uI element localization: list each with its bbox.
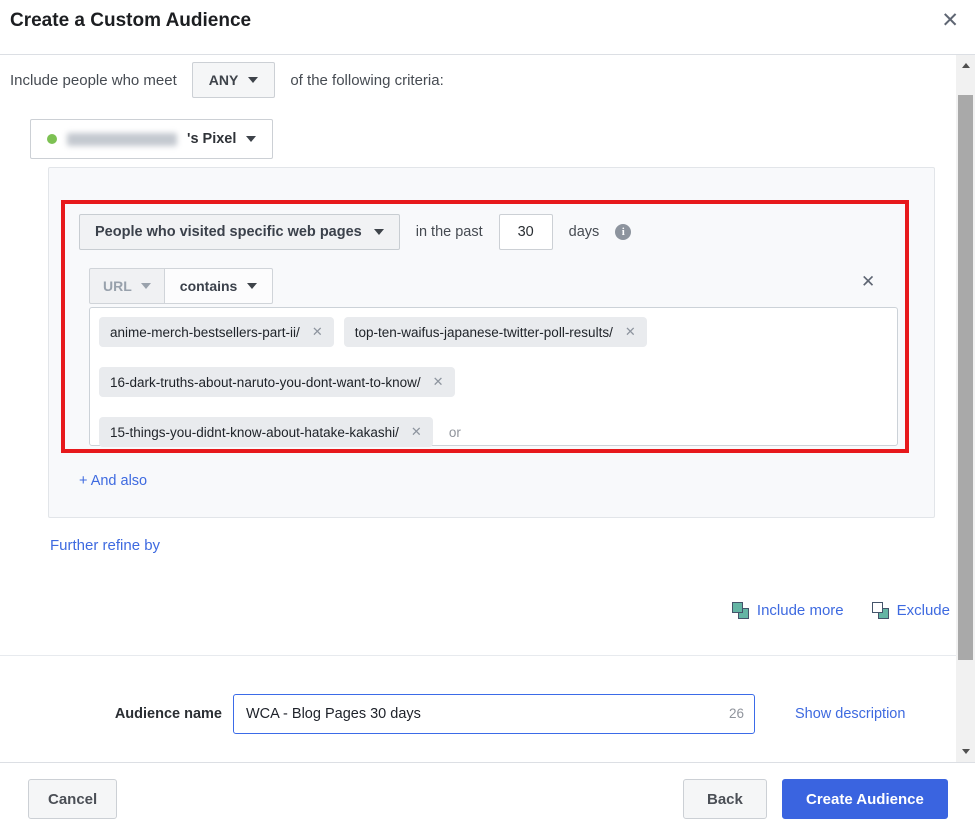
audience-name-input[interactable] xyxy=(233,694,755,734)
chip-remove-icon[interactable]: ✕ xyxy=(411,424,422,440)
cancel-button[interactable]: Cancel xyxy=(28,779,117,819)
in-the-past-label: in the past xyxy=(416,224,483,240)
further-refine-link[interactable]: Further refine by xyxy=(50,537,160,554)
event-type-value: People who visited specific web pages xyxy=(95,224,362,240)
header-divider xyxy=(0,54,975,55)
criteria-panel: People who visited specific web pages in… xyxy=(48,167,935,518)
url-chip-text: 16-dark-truths-about-naruto-you-dont-wan… xyxy=(110,375,421,390)
scrollbar-thumb[interactable] xyxy=(958,95,973,660)
operator-dropdown[interactable]: contains xyxy=(164,268,274,304)
url-chip-text: 15-things-you-didnt-know-about-hatake-ka… xyxy=(110,425,399,440)
pixel-owner-redacted xyxy=(67,133,177,146)
event-type-dropdown[interactable]: People who visited specific web pages xyxy=(79,214,400,250)
scroll-up-icon[interactable] xyxy=(956,57,975,74)
chevron-down-icon xyxy=(246,136,256,142)
criteria-header: Include people who meet ANY of the follo… xyxy=(10,60,444,100)
close-icon[interactable]: ✕ xyxy=(941,8,959,33)
url-tokens-input[interactable]: anime-merch-bestsellers-part-ii/ ✕ top-t… xyxy=(89,307,898,446)
criteria-prefix-text: Include people who meet xyxy=(10,72,177,89)
or-placeholder: or xyxy=(449,425,461,440)
include-more-icon xyxy=(732,602,749,619)
audience-name-row: Audience name 26 Show description xyxy=(60,694,905,734)
show-description-link[interactable]: Show description xyxy=(795,706,905,722)
chip-remove-icon[interactable]: ✕ xyxy=(625,324,636,340)
operator-value: contains xyxy=(180,278,238,294)
url-chip-text: top-ten-waifus-japanese-twitter-poll-res… xyxy=(355,325,613,340)
days-input[interactable] xyxy=(499,214,553,250)
audience-name-wrap: 26 xyxy=(233,694,755,734)
match-type-value: ANY xyxy=(209,72,239,88)
info-icon[interactable]: i xyxy=(615,224,631,240)
scroll-down-icon[interactable] xyxy=(956,743,975,760)
create-audience-button[interactable]: Create Audience xyxy=(782,779,948,819)
days-label: days xyxy=(569,224,600,240)
chevron-down-icon xyxy=(141,283,151,289)
pixel-active-status-dot xyxy=(47,134,57,144)
scrollbar[interactable] xyxy=(956,55,975,762)
exclude-button[interactable]: Exclude xyxy=(872,602,950,619)
url-field-dropdown[interactable]: URL xyxy=(89,268,165,304)
chevron-down-icon xyxy=(374,229,384,235)
section-divider xyxy=(0,655,975,656)
url-chip: 16-dark-truths-about-naruto-you-dont-wan… xyxy=(99,367,455,397)
audience-name-label: Audience name xyxy=(60,706,222,722)
dialog-title: Create a Custom Audience xyxy=(10,10,251,32)
and-also-link[interactable]: + And also xyxy=(79,473,147,489)
chevron-down-icon xyxy=(247,283,257,289)
char-count: 26 xyxy=(729,706,744,721)
back-button[interactable]: Back xyxy=(683,779,767,819)
chevron-down-icon xyxy=(248,77,258,83)
rule-event-row: People who visited specific web pages in… xyxy=(79,214,631,250)
audience-actions: Include more Exclude xyxy=(732,602,950,619)
include-more-label: Include more xyxy=(757,602,844,619)
criteria-suffix-text: of the following criteria: xyxy=(290,72,443,89)
url-filter-row: URL contains xyxy=(89,268,273,304)
url-field-value: URL xyxy=(103,278,132,294)
url-chip: anime-merch-bestsellers-part-ii/ ✕ xyxy=(99,317,334,347)
url-chip-text: anime-merch-bestsellers-part-ii/ xyxy=(110,325,300,340)
url-chip: top-ten-waifus-japanese-twitter-poll-res… xyxy=(344,317,647,347)
chip-remove-icon[interactable]: ✕ xyxy=(312,324,323,340)
exclude-icon xyxy=(872,602,889,619)
match-type-dropdown[interactable]: ANY xyxy=(192,62,276,98)
pixel-source-dropdown[interactable]: 's Pixel xyxy=(30,119,273,159)
include-more-button[interactable]: Include more xyxy=(732,602,844,619)
url-chip: 15-things-you-didnt-know-about-hatake-ka… xyxy=(99,417,433,447)
exclude-label: Exclude xyxy=(897,602,950,619)
remove-rule-icon[interactable]: ✕ xyxy=(861,272,875,292)
footer-divider xyxy=(0,762,975,763)
pixel-label: 's Pixel xyxy=(187,131,236,147)
create-custom-audience-dialog: Create a Custom Audience ✕ Include peopl… xyxy=(0,0,975,831)
chip-remove-icon[interactable]: ✕ xyxy=(433,374,444,390)
